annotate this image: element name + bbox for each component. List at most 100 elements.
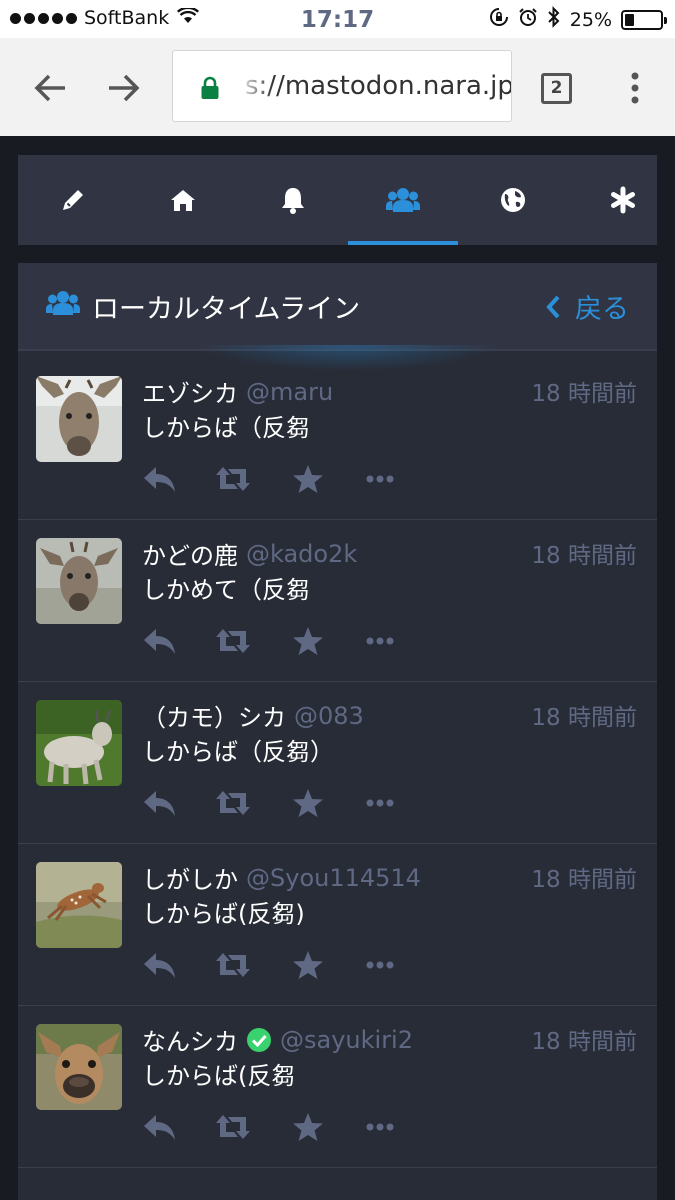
ellipsis-icon (366, 961, 394, 969)
bluetooth-icon (547, 6, 561, 33)
avatar[interactable] (36, 376, 122, 462)
status-item[interactable]: しがしか @Syou114514 18 時間前 しからば(反芻) (18, 844, 657, 1006)
status-time[interactable]: 18 時間前 (531, 1022, 637, 1056)
display-name-text: エゾシカ (142, 380, 238, 408)
back-button[interactable]: 戻る (545, 287, 629, 326)
tab-home[interactable] (128, 155, 238, 245)
retweet-icon (216, 629, 250, 653)
favourite-button[interactable] (292, 1110, 324, 1144)
avatar[interactable] (36, 538, 122, 624)
display-name[interactable]: なんシカ @sayukiri2 (142, 1022, 413, 1057)
tab-federated[interactable] (458, 155, 568, 245)
status-content: しからば(反芻) (142, 900, 305, 928)
kebab-menu-icon (631, 72, 639, 104)
ellipsis-icon (366, 1123, 394, 1131)
status-content: しからば（反芻） (142, 738, 334, 766)
alarm-icon (518, 7, 538, 32)
status-time[interactable]: 18 時間前 (531, 698, 637, 732)
battery-icon (621, 9, 667, 30)
star-icon (293, 465, 323, 493)
reply-icon (144, 467, 175, 492)
avatar[interactable] (36, 1024, 122, 1110)
status-item[interactable]: エゾシカ @maru 18 時間前 しからば（反芻 (18, 358, 657, 520)
status-time[interactable]: 18 時間前 (531, 536, 637, 570)
globe-icon (501, 188, 525, 212)
status-time[interactable]: 18 時間前 (531, 860, 637, 894)
avatar[interactable] (36, 862, 122, 948)
ellipsis-icon (366, 637, 394, 645)
status-item[interactable]: （カモ）シカ @083 18 時間前 しからば（反芻） (18, 682, 657, 844)
browser-toolbar: s://mastodon.nara.jp 2 (0, 38, 675, 136)
boost-button[interactable] (214, 948, 252, 982)
arrow-left-icon (34, 74, 65, 102)
menu-button[interactable] (610, 63, 660, 113)
display-name[interactable]: かどの鹿 @kado2k (142, 536, 357, 571)
status-content: しからば（反芻 (142, 414, 310, 442)
url-text: s://mastodon.nara.jp (245, 71, 512, 101)
more-button[interactable] (366, 1110, 394, 1144)
tab-local-timeline[interactable] (348, 155, 458, 245)
status-actions (142, 786, 422, 820)
more-button[interactable] (366, 624, 394, 658)
asterisk-icon (611, 186, 635, 214)
ellipsis-icon (366, 475, 394, 483)
status-item[interactable]: なんシカ @sayukiri2 18 時間前 しからば(反芻 (18, 1006, 657, 1168)
back-label: 戻る (575, 294, 629, 325)
more-button[interactable] (366, 462, 394, 496)
status-item[interactable]: かどの鹿 @kado2k 18 時間前 しかめて（反芻 (18, 520, 657, 682)
status-time[interactable]: 18 時間前 (531, 374, 637, 408)
favourite-button[interactable] (292, 786, 324, 820)
url-bar[interactable]: s://mastodon.nara.jp (172, 50, 512, 122)
tab-preferences[interactable] (568, 155, 675, 245)
account-handle: @kado2k (246, 539, 358, 568)
rotation-lock-icon (489, 7, 509, 32)
display-name-text: しがしか (142, 866, 238, 894)
reply-button[interactable] (142, 786, 178, 820)
display-name[interactable]: エゾシカ @maru (142, 374, 333, 409)
display-name-text: なんシカ (142, 1028, 238, 1056)
column-title: ローカルタイムライン (92, 294, 361, 325)
reply-button[interactable] (142, 1110, 178, 1144)
reply-icon (144, 629, 175, 654)
tab-compose[interactable] (18, 155, 128, 245)
favourite-button[interactable] (292, 462, 324, 496)
chevron-left-icon (546, 295, 560, 318)
boost-button[interactable] (214, 786, 252, 820)
back-arrow-button[interactable] (26, 63, 76, 113)
tab-notifications[interactable] (238, 155, 348, 245)
home-icon (171, 190, 195, 211)
reply-button[interactable] (142, 462, 178, 496)
more-button[interactable] (366, 786, 394, 820)
boost-button[interactable] (214, 624, 252, 658)
status-content: しからば(反芻 (142, 1062, 296, 1090)
favourite-button[interactable] (292, 624, 324, 658)
bell-icon (282, 188, 304, 214)
more-button[interactable] (366, 948, 394, 982)
forward-arrow-button[interactable] (98, 63, 148, 113)
reply-icon (144, 1115, 175, 1140)
boost-button[interactable] (214, 462, 252, 496)
favourite-button[interactable] (292, 948, 324, 982)
users-icon (46, 288, 80, 322)
boost-button[interactable] (214, 1110, 252, 1144)
arrow-right-icon (109, 74, 140, 102)
display-name[interactable]: （カモ）シカ @083 (142, 698, 364, 733)
retweet-icon (216, 1115, 250, 1139)
status-actions (142, 462, 422, 496)
reply-button[interactable] (142, 624, 178, 658)
status-actions (142, 624, 422, 658)
avatar[interactable] (36, 700, 122, 786)
ellipsis-icon (366, 799, 394, 807)
star-icon (293, 1113, 323, 1141)
reply-icon (144, 791, 175, 816)
lock-icon (200, 76, 220, 104)
display-name-text: かどの鹿 (142, 542, 238, 570)
verified-check-icon (246, 1027, 272, 1053)
column-header: ローカルタイムライン 戻る (18, 263, 657, 351)
account-handle: @maru (246, 377, 334, 406)
display-name[interactable]: しがしか @Syou114514 (142, 860, 421, 895)
retweet-icon (216, 467, 250, 491)
status-actions (142, 948, 422, 982)
tab-count-button[interactable]: 2 (541, 73, 572, 104)
reply-button[interactable] (142, 948, 178, 982)
